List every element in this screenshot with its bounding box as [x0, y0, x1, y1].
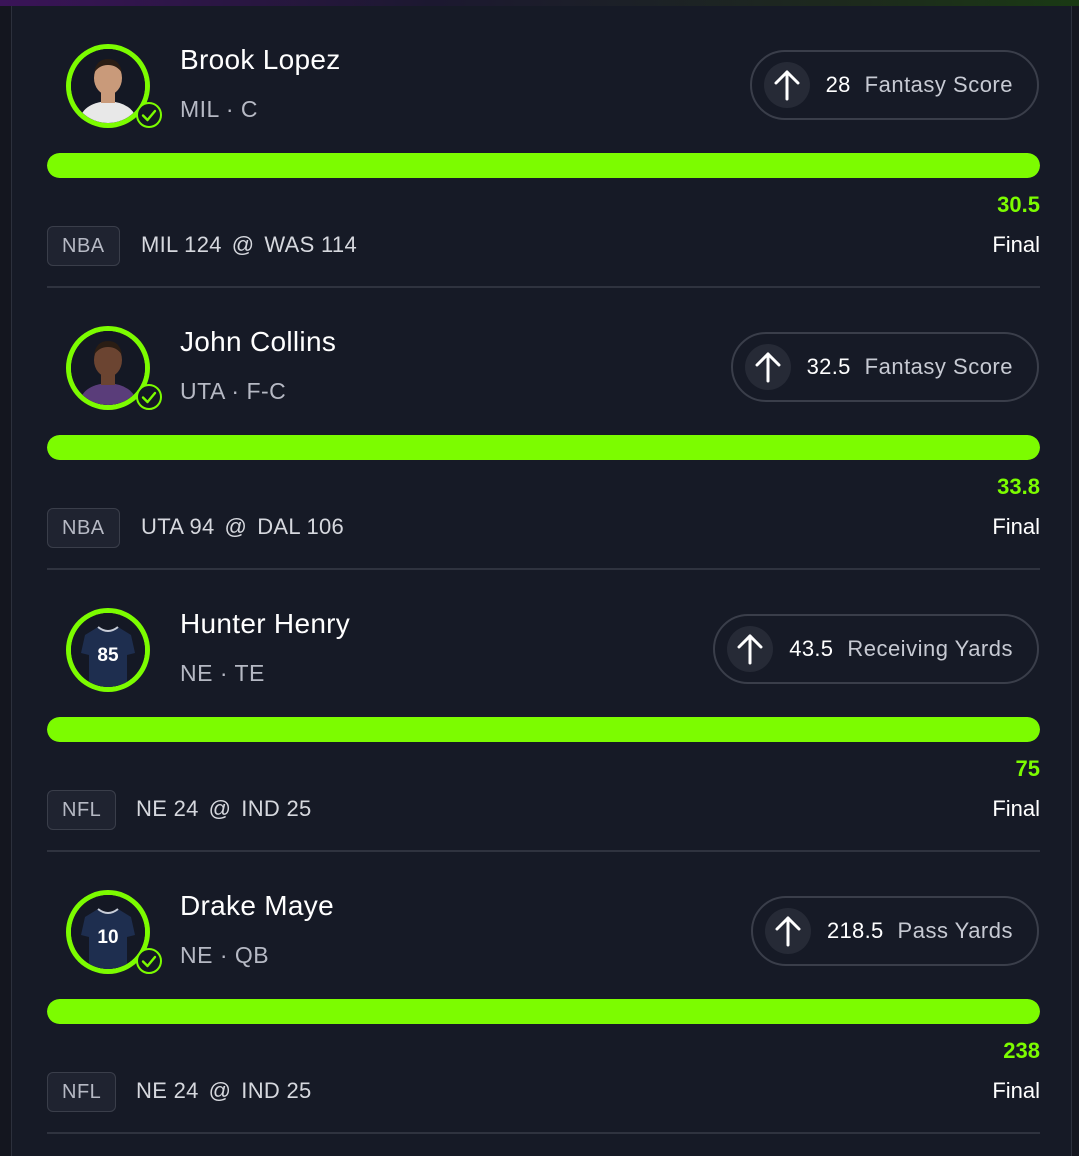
check-icon [136, 102, 162, 128]
player-jersey: 85 [71, 613, 145, 687]
progress-fill [47, 435, 1040, 460]
divider [47, 1132, 1040, 1134]
arrow-up-icon [744, 344, 791, 390]
league-badge: NBA [47, 508, 120, 548]
check-icon [136, 384, 162, 410]
progress-bar [47, 153, 1040, 178]
actual-value: 238 [1003, 1038, 1040, 1063]
projection-pill[interactable]: 32.5 Fantasy Score [730, 332, 1039, 402]
actual-value: 33.8 [997, 474, 1040, 499]
check-icon [136, 948, 162, 974]
at-symbol: @ [231, 232, 255, 257]
progress-fill [47, 999, 1040, 1024]
projection-pill[interactable]: 43.5 Receiving Yards [713, 614, 1039, 684]
projection-pill[interactable]: 218.5 Pass Yards [750, 896, 1039, 966]
team-position: MIL · C [180, 96, 259, 122]
progress-bar [47, 435, 1040, 460]
progress-bar [47, 999, 1040, 1024]
at-symbol: @ [208, 1078, 232, 1103]
game-status: Final [992, 796, 1040, 821]
progress-fill [47, 153, 1040, 178]
stat-type: Receiving Yards [847, 636, 1013, 661]
league-badge: NBA [47, 226, 120, 266]
pick-entry[interactable]: 10 Drake Maye NE · QB 218.5 Pass Yards 2… [12, 852, 1073, 1134]
pick-entry[interactable]: John Collins UTA · F-C 32.5 Fantasy Scor… [12, 288, 1073, 570]
line-value: 28 [825, 72, 851, 97]
game-score: UTA 94 @ DAL 106 [141, 514, 344, 540]
svg-text:85: 85 [97, 645, 119, 666]
home-team-score: WAS 114 [264, 232, 358, 257]
player-name: Brook Lopez [180, 44, 341, 75]
actual-value: 75 [1015, 756, 1040, 781]
arrow-up-icon [727, 626, 774, 672]
away-team-score: NE 24 [136, 1078, 199, 1103]
league-badge: NFL [47, 1072, 117, 1112]
player-name: John Collins [180, 326, 337, 357]
stat-type: Pass Yards [897, 918, 1013, 943]
league-badge: NFL [47, 790, 117, 830]
team-position: NE · QB [180, 942, 270, 968]
line-value: 32.5 [806, 354, 851, 379]
stat-type: Fantasy Score [864, 72, 1013, 97]
svg-text:10: 10 [97, 927, 118, 948]
player-avatar: 85 [66, 608, 150, 692]
home-team-score: DAL 106 [257, 514, 345, 539]
away-team-score: NE 24 [136, 796, 199, 821]
actual-value: 30.5 [997, 192, 1040, 217]
arrow-up-icon [763, 62, 810, 108]
arrow-up-icon [764, 908, 811, 954]
line-value: 43.5 [789, 636, 834, 661]
game-status: Final [992, 232, 1040, 257]
game-score: NE 24 @ IND 25 [136, 796, 312, 822]
away-team-score: MIL 124 [141, 232, 222, 257]
game-score: MIL 124 @ WAS 114 [141, 232, 357, 258]
progress-bar [47, 717, 1040, 742]
stat-type: Fantasy Score [864, 354, 1013, 379]
projection-pill[interactable]: 28 Fantasy Score [749, 50, 1039, 120]
away-team-score: UTA 94 [141, 514, 215, 539]
team-position: NE · TE [180, 660, 265, 686]
at-symbol: @ [208, 796, 232, 821]
player-headshot [71, 331, 145, 405]
game-score: NE 24 @ IND 25 [136, 1078, 312, 1104]
player-avatar [66, 326, 162, 410]
player-avatar [66, 44, 162, 128]
game-status: Final [992, 514, 1040, 539]
pick-entry[interactable]: 85 Hunter Henry NE · TE 43.5 Receiving Y… [12, 570, 1073, 852]
home-team-score: IND 25 [241, 1078, 312, 1103]
line-value: 218.5 [826, 918, 884, 943]
team-position: UTA · F-C [180, 378, 287, 404]
home-team-score: IND 25 [241, 796, 312, 821]
pick-entry[interactable]: Brook Lopez MIL · C 28 Fantasy Score 30.… [12, 6, 1073, 288]
player-avatar: 10 [66, 890, 162, 974]
progress-fill [47, 717, 1040, 742]
player-jersey: 10 [71, 895, 145, 969]
picks-card: Brook Lopez MIL · C 28 Fantasy Score 30.… [11, 6, 1072, 1156]
at-symbol: @ [224, 514, 248, 539]
game-status: Final [992, 1078, 1040, 1103]
player-headshot [71, 49, 145, 123]
player-name: Hunter Henry [180, 608, 351, 639]
player-name: Drake Maye [180, 890, 334, 921]
